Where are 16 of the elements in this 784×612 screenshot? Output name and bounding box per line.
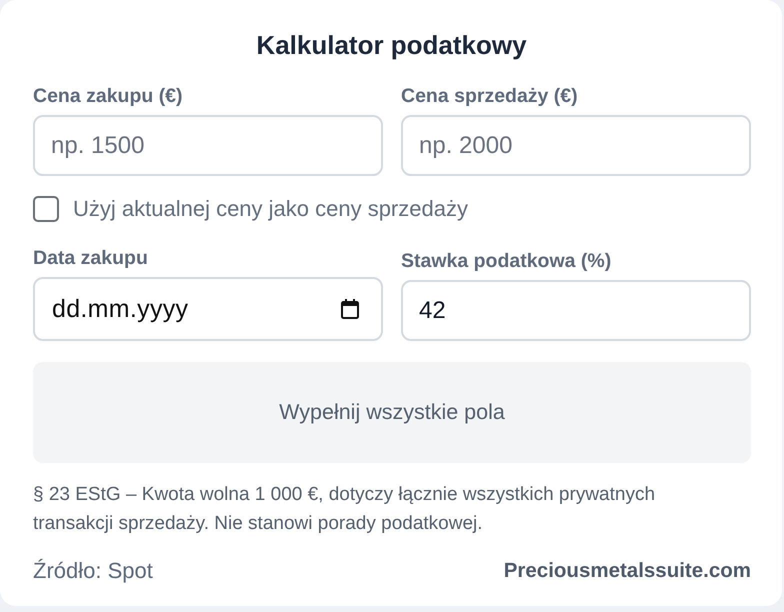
result-panel: Wypełnij wszystkie pola (33, 362, 751, 463)
field-label: Stawka podatkowa (%) (401, 249, 612, 273)
number-input-field[interactable]: np. 1500 (33, 115, 383, 176)
calendar-icon[interactable] (341, 299, 359, 319)
site-link[interactable]: Preciousmetalssuite.com (504, 558, 751, 584)
checkbox-label[interactable]: Użyj aktualnej ceny jako ceny sprzedaży (73, 196, 468, 222)
field-label: Data zakupu (33, 246, 149, 270)
tax-note: § 23 EStG – Kwota wolna 1 000 €, dotyczy łącznie wszystkich prywatnych transakcji sprzedaży. Nie stanowi porady podatkowej. (33, 483, 656, 536)
source-text: Źródło: Spot (33, 558, 153, 584)
checkbox[interactable] (33, 196, 59, 222)
date-input-field[interactable]: dd.mm.yyyy (33, 277, 383, 341)
field-label: Cena zakupu (€) (33, 84, 184, 108)
number-input-field[interactable]: 42 (401, 280, 751, 341)
field-label: Cena sprzedaży (€) (401, 84, 579, 108)
card-title: Kalkulator podatkowy (255, 29, 528, 62)
number-input-field[interactable]: np. 2000 (401, 115, 751, 176)
